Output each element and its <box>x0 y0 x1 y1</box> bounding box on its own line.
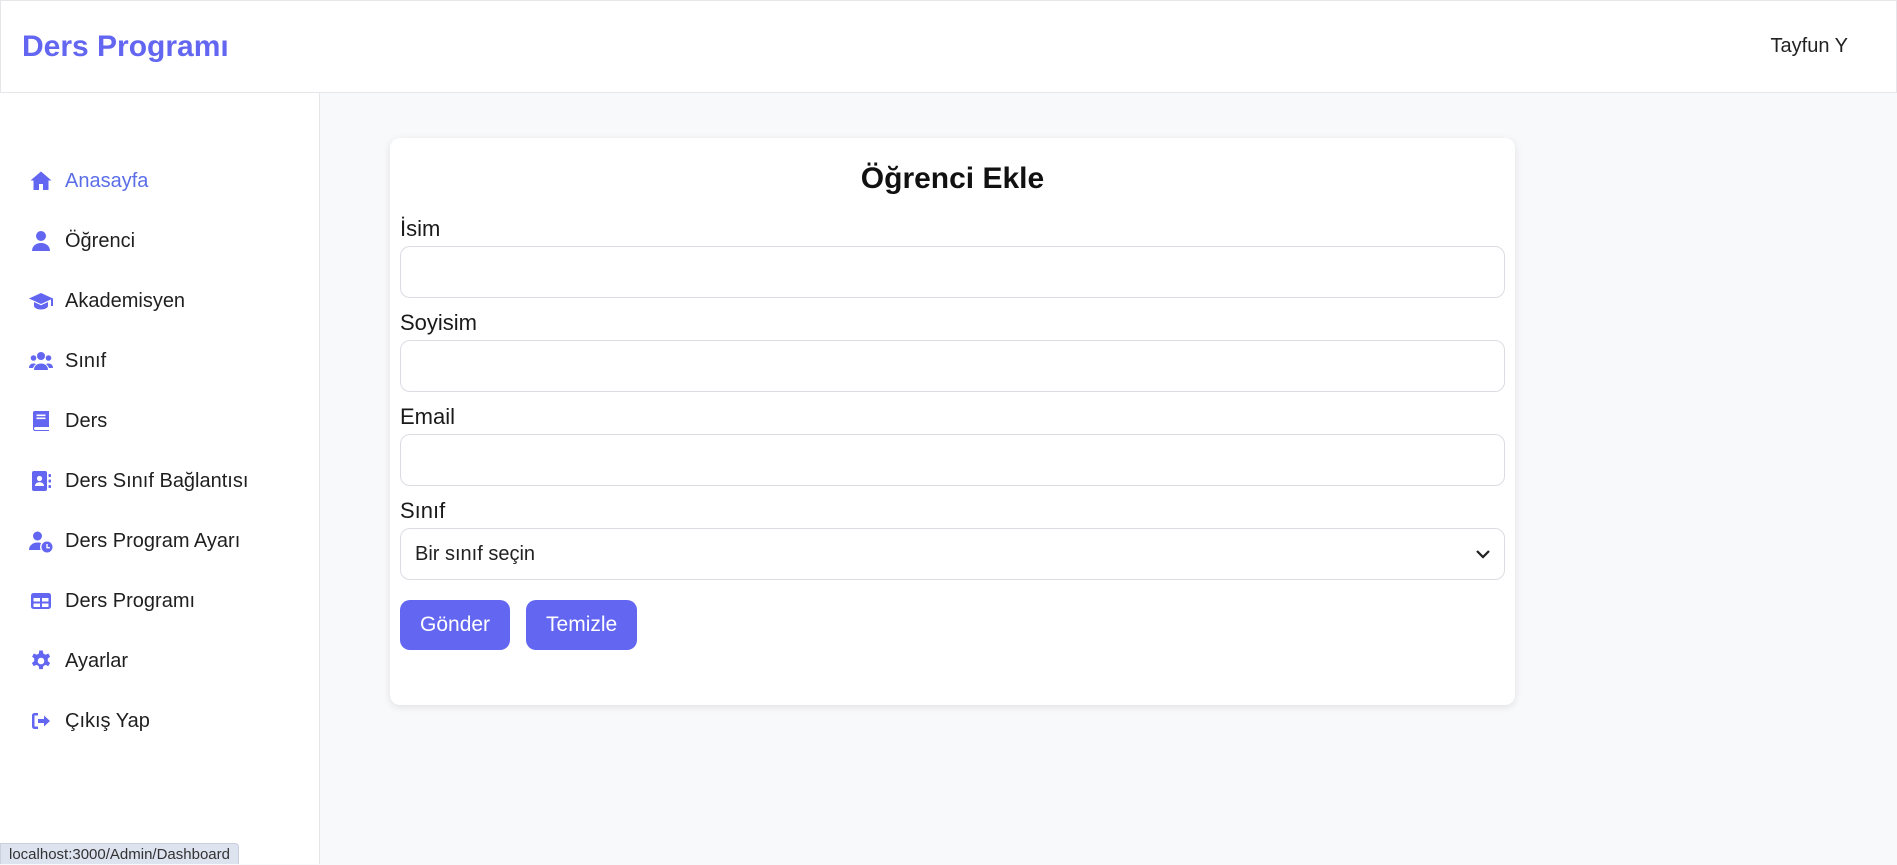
clear-button[interactable]: Temizle <box>526 600 638 650</box>
sidebar-item-label: Ayarlar <box>65 649 128 672</box>
user-clock-icon <box>29 529 53 553</box>
email-label: Email <box>400 404 456 429</box>
sidebar-item-label: Akademisyen <box>65 289 186 312</box>
page-title: Öğrenci Ekle <box>860 162 1045 195</box>
class-label: Sınıf <box>400 498 446 523</box>
graduation-cap-icon <box>29 289 53 313</box>
sidebar-item-label: Ders Program Ayarı <box>65 529 241 552</box>
brand-title[interactable]: Ders Programı <box>22 30 229 64</box>
sidebar-item-ders[interactable]: Ders <box>0 391 319 451</box>
sidebar-item-sinif[interactable]: Sınıf <box>0 331 319 391</box>
sidebar-item-ders-sinif-baglantisi[interactable]: Ders Sınıf Bağlantısı <box>0 451 319 511</box>
sidebar-item-label: Ders <box>65 409 108 432</box>
name-label: İsim <box>400 216 441 241</box>
class-select-value: Bir sınıf seçin <box>415 542 536 565</box>
users-icon <box>29 349 53 373</box>
sidebar-item-label: Ders Sınıf Bağlantısı <box>65 469 249 492</box>
form-actions: Gönder Temizle <box>400 600 1505 650</box>
sidebar-item-ogrenci[interactable]: Öğrenci <box>0 211 319 271</box>
sidebar-item-label: Sınıf <box>65 349 107 372</box>
sidebar-item-label: Çıkış Yap <box>65 709 150 732</box>
sidebar-item-ders-program-ayari[interactable]: Ders Program Ayarı <box>0 511 319 571</box>
class-field-group: Sınıf Bir sınıf seçin <box>400 496 1505 580</box>
user-icon <box>29 229 53 253</box>
sidebar-item-label: Anasayfa <box>65 169 149 192</box>
sidebar-item-anasayfa[interactable]: Anasayfa <box>0 151 319 211</box>
surname-label: Soyisim <box>400 310 478 335</box>
table-icon <box>29 589 53 613</box>
home-icon <box>29 169 53 193</box>
sidebar-item-ders-programi[interactable]: Ders Programı <box>0 571 319 631</box>
logout-icon <box>29 709 53 733</box>
status-bar-url: localhost:3000/Admin/Dashboard <box>0 843 239 864</box>
surname-field-group: Soyisim <box>400 308 1505 392</box>
sidebar: Anasayfa Öğrenci Akademisyen Sınıf Ders … <box>0 93 320 864</box>
email-field-group: Email <box>400 402 1505 486</box>
add-student-card: Öğrenci Ekle İsim Soyisim Email Sınıf Bi… <box>390 138 1515 705</box>
address-book-icon <box>29 469 53 493</box>
sidebar-item-label: Ders Programı <box>65 589 196 612</box>
submit-button[interactable]: Gönder <box>400 600 511 650</box>
sidebar-item-akademisyen[interactable]: Akademisyen <box>0 271 319 331</box>
user-name[interactable]: Tayfun Y <box>1771 35 1848 58</box>
name-field-group: İsim <box>400 214 1505 298</box>
chevron-down-icon <box>1474 545 1492 563</box>
name-input[interactable] <box>400 246 1505 298</box>
gear-icon <box>29 649 53 673</box>
email-input[interactable] <box>400 434 1505 486</box>
sidebar-item-ayarlar[interactable]: Ayarlar <box>0 631 319 691</box>
surname-input[interactable] <box>400 340 1505 392</box>
class-select[interactable]: Bir sınıf seçin <box>400 528 1505 580</box>
sidebar-item-label: Öğrenci <box>65 229 136 252</box>
book-icon <box>29 409 53 433</box>
top-bar: Ders Programı Tayfun Y <box>0 0 1897 93</box>
sidebar-item-cikis-yap[interactable]: Çıkış Yap <box>0 691 319 751</box>
